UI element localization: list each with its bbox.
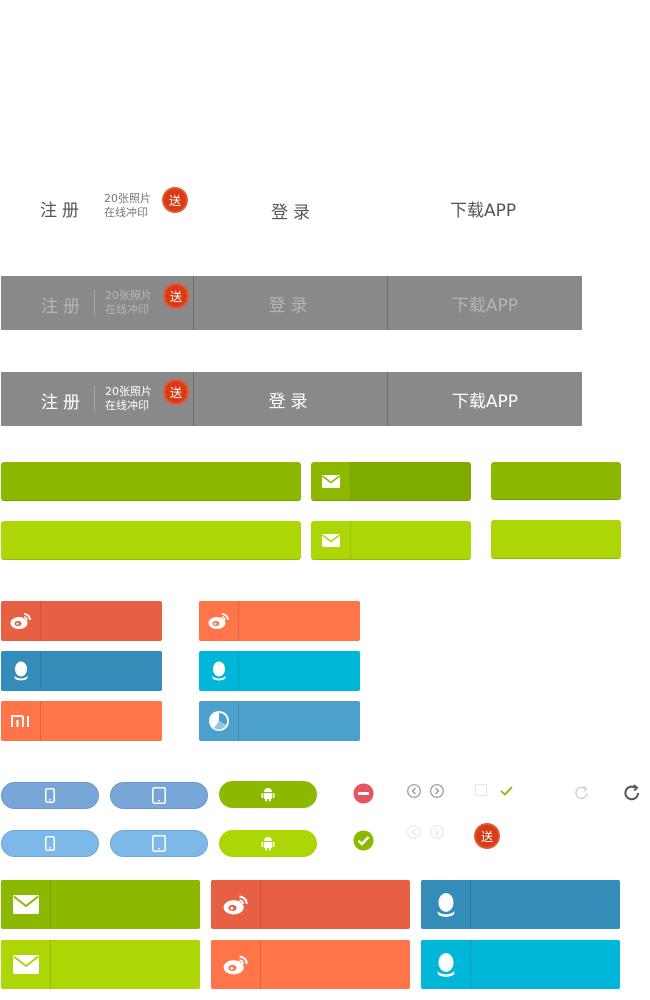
login-link[interactable]: 登录 — [271, 198, 315, 223]
register-link[interactable]: 注册 — [40, 196, 84, 221]
gift-badge: 送 — [476, 825, 498, 847]
gift-badge: 送 — [164, 189, 186, 211]
green-small-button[interactable] — [491, 462, 621, 500]
minus-circle-icon[interactable] — [353, 783, 374, 804]
weibo-icon — [199, 601, 239, 641]
qq-icon — [199, 651, 239, 691]
login-label: 登录 — [268, 391, 313, 412]
phone-icon — [45, 836, 55, 851]
green-wide-button[interactable] — [1, 462, 301, 501]
promo-line-2: 在线冲印 — [105, 399, 149, 412]
nav-download-segment[interactable]: 下载APP — [388, 276, 582, 330]
nav-login-segment[interactable]: 登录 — [194, 372, 388, 426]
green-mail-button[interactable] — [311, 462, 471, 501]
promo-line-2: 在线冲印 — [104, 206, 148, 219]
gift-badge: 送 — [165, 381, 187, 403]
nav-login-segment[interactable]: 登录 — [194, 276, 388, 330]
green-wide-button-light[interactable] — [1, 521, 301, 560]
mail-icon — [311, 521, 351, 559]
next-icon-disabled — [430, 825, 444, 839]
nav-bar-dim: 注册 20张照片 在线冲印 送 登录 下载APP — [1, 276, 582, 330]
login-label: 登录 — [268, 295, 313, 316]
register-label: 注册 — [41, 297, 85, 317]
big-qq-button-light[interactable] — [421, 940, 620, 989]
nav-download-segment[interactable]: 下载APP — [388, 372, 582, 426]
nav-register-segment[interactable]: 注册 20张照片 在线冲印 送 — [1, 372, 194, 426]
green-mail-button-light[interactable] — [311, 521, 471, 560]
prev-icon[interactable] — [407, 784, 421, 798]
promo-text: 20张照片 在线冲印 — [104, 192, 151, 220]
android-pill-button[interactable] — [219, 781, 317, 808]
nav-bar-bright: 注册 20张照片 在线冲印 送 登录 下载APP — [1, 372, 582, 426]
tablet-pill-button[interactable] — [110, 782, 208, 809]
phone-icon — [45, 788, 55, 803]
next-icon[interactable] — [430, 784, 444, 798]
divider — [94, 385, 95, 413]
download-app-link[interactable]: 下载APP — [450, 196, 516, 221]
check-icon — [500, 786, 513, 796]
weibo-icon — [211, 940, 261, 989]
xiaomi-icon — [1, 701, 41, 741]
promo-text: 20张照片 在线冲印 — [105, 289, 152, 317]
tablet-pill-button-light[interactable] — [110, 830, 208, 857]
divider — [94, 289, 95, 317]
qq-icon — [421, 940, 471, 989]
download-label: 下载APP — [451, 391, 519, 412]
promo-line-2: 在线冲印 — [105, 303, 149, 316]
nav-register-segment[interactable]: 注册 20张照片 在线冲印 送 — [1, 276, 194, 330]
green-small-button-light[interactable] — [491, 520, 621, 559]
promo-line-1: 20张照片 — [105, 385, 152, 398]
mail-icon — [1, 940, 51, 989]
big-qq-button[interactable] — [421, 880, 620, 929]
gift-badge: 送 — [165, 285, 187, 307]
check-circle-icon[interactable] — [353, 830, 374, 851]
checkbox-icon[interactable] — [475, 784, 487, 796]
qq-button-alt[interactable] — [199, 651, 360, 691]
prev-icon-disabled — [407, 825, 421, 839]
big-mail-button[interactable] — [1, 880, 200, 929]
big-weibo-button-light[interactable] — [211, 940, 410, 989]
android-pill-button-light[interactable] — [219, 830, 317, 857]
download-label: 下载APP — [451, 295, 519, 316]
refresh-icon-dark[interactable] — [623, 784, 641, 802]
phone-pill-button-light[interactable] — [1, 830, 99, 857]
qq-icon — [1, 651, 41, 691]
big-weibo-button[interactable] — [211, 880, 410, 929]
promo-text: 20张照片 在线冲印 — [105, 385, 152, 413]
promo-line-1: 20张照片 — [104, 192, 151, 205]
pie-app-button[interactable] — [199, 701, 360, 741]
register-label: 注册 — [41, 393, 85, 413]
android-icon — [261, 788, 275, 802]
phone-pill-button[interactable] — [1, 782, 99, 809]
mail-icon — [311, 462, 351, 500]
weibo-button[interactable] — [1, 601, 162, 641]
qq-button[interactable] — [1, 651, 162, 691]
weibo-button-alt[interactable] — [199, 601, 360, 641]
weibo-icon — [1, 601, 41, 641]
xiaomi-button[interactable] — [1, 701, 162, 741]
promo-line-1: 20张照片 — [105, 289, 152, 302]
mail-icon — [1, 880, 51, 929]
qq-icon — [421, 880, 471, 929]
tablet-icon — [152, 835, 166, 852]
android-icon — [261, 837, 275, 851]
big-mail-button-light[interactable] — [1, 940, 200, 989]
tablet-icon — [152, 787, 166, 804]
weibo-icon — [211, 880, 261, 929]
refresh-icon[interactable] — [574, 785, 590, 801]
pie-icon — [199, 701, 239, 741]
